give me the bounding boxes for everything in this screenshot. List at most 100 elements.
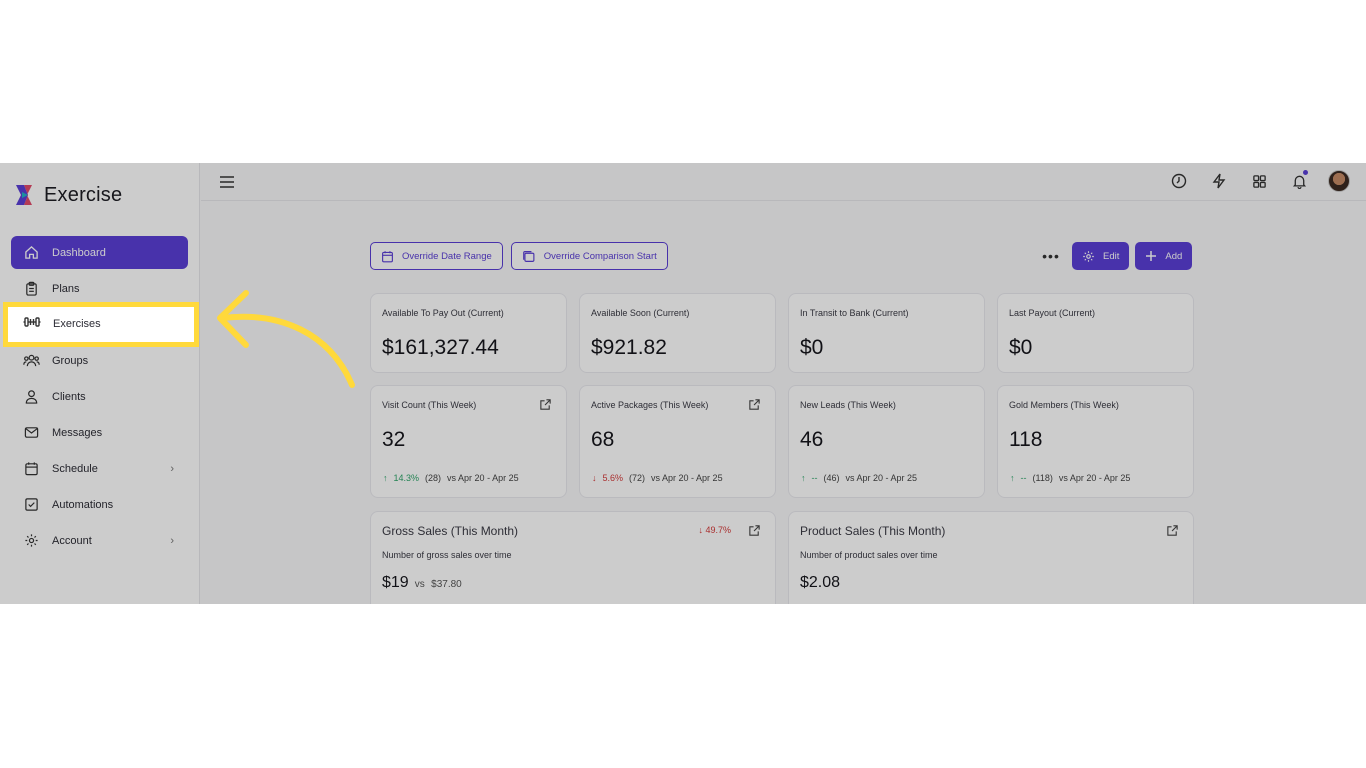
button-label: Edit [1103,250,1120,262]
stat-label: Available To Pay Out (Current) [382,308,504,318]
stat-card[interactable]: In Transit to Bank (Current) $0 [788,293,985,373]
trend-previous: (72) [629,473,646,483]
gross-sales-card[interactable]: Gross Sales (This Month) ↓ 49.7% Number … [370,511,776,604]
trend-percent: -- [811,473,818,483]
plus-icon [1146,251,1157,261]
stat-label: New Leads (This Week) [800,400,896,410]
edit-button[interactable]: Edit [1072,242,1130,270]
user-avatar[interactable] [1328,170,1350,192]
apps-grid-icon[interactable] [1248,170,1270,192]
notification-dot [1303,170,1308,175]
dashboard-actions: ••• Edit Add [1040,242,1193,270]
external-link-icon[interactable] [539,398,552,411]
stat-value: $161,327.44 [382,336,499,359]
external-link-icon[interactable] [1166,524,1179,537]
card-subtitle: Number of gross sales over time [382,550,512,560]
bell-icon[interactable] [1288,170,1310,192]
stat-label: Last Payout (Current) [1009,308,1096,318]
home-icon [23,244,40,261]
trend-previous: (118) [1032,473,1053,483]
trend-previous: (46) [823,473,840,483]
stat-card[interactable]: Gold Members (This Week) 118 ↑ -- (118) … [997,385,1194,498]
trend-up-icon: ↑ [383,473,388,483]
calendar-icon [382,250,393,262]
stat-value: $0 [1009,336,1033,359]
stat-trend: ↓ 5.6% (72) vs Apr 20 - Apr 25 [592,473,723,483]
stat-card[interactable]: Available Soon (Current) $921.82 [579,293,776,373]
sidebar-item-dashboard[interactable]: Dashboard [11,236,188,269]
sidebar-item-label: Exercises [53,317,101,330]
sidebar-item-plans[interactable]: Plans [11,272,188,305]
sidebar-item-clients[interactable]: Clients [11,380,188,413]
sidebar: Exercise Dashboard Plans Groups Clients … [0,163,200,604]
sidebar-item-label: Account [52,534,92,547]
stat-card[interactable]: New Leads (This Week) 46 ↑ -- (46) vs Ap… [788,385,985,498]
logo-icon [16,185,32,205]
app-frame: Exercise Dashboard Plans Groups Clients … [0,163,1366,604]
card-title: Product Sales (This Month) [800,524,946,538]
button-label: Add [1165,250,1183,262]
sidebar-item-schedule[interactable]: Schedule › [11,452,188,485]
trend-up-icon: ↑ [1010,473,1015,483]
stat-label: Visit Count (This Week) [382,400,477,410]
gear-icon [1083,250,1094,262]
stat-trend: ↑ -- (118) vs Apr 20 - Apr 25 [1010,473,1130,483]
pointer-arrow-icon [217,290,355,388]
stat-label: In Transit to Bank (Current) [800,308,909,318]
stat-trend: ↑ 14.3% (28) vs Apr 20 - Apr 25 [383,473,519,483]
lightning-icon[interactable] [1208,170,1230,192]
top-icons [1168,170,1350,192]
trend-percent: -- [1020,473,1027,483]
stat-label: Gold Members (This Week) [1009,400,1119,410]
sidebar-item-label: Clients [52,390,86,403]
override-comparison-start-button[interactable]: Override Comparison Start [510,242,668,270]
gross-sales-value: $19 [382,574,409,591]
sidebar-item-label: Groups [52,354,89,367]
calendar-stack-icon [522,250,535,262]
add-button[interactable]: Add [1135,242,1193,270]
top-bar [201,163,1366,201]
external-link-icon[interactable] [748,524,761,537]
vs-value: $37.80 [431,579,462,590]
sidebar-nav: Dashboard Plans Groups Clients Messages … [11,236,188,560]
sidebar-item-exercises[interactable]: Exercises [8,307,190,340]
change-percent: ↓ 49.7% [698,525,731,535]
product-sales-card[interactable]: Product Sales (This Month) Number of pro… [788,511,1194,604]
sidebar-item-label: Automations [52,498,114,511]
stat-value: $921.82 [591,336,667,359]
button-label: Override Date Range [402,250,492,262]
trend-range: vs Apr 20 - Apr 25 [651,473,723,483]
mail-icon [23,424,40,441]
stat-trend: ↑ -- (46) vs Apr 20 - Apr 25 [801,473,917,483]
override-date-range-button[interactable]: Override Date Range [370,242,503,270]
card-value: $19 vs $37.80 [382,574,462,592]
sidebar-item-groups[interactable]: Groups [11,344,188,377]
gear-icon [23,532,40,549]
stat-value: 118 [1009,428,1043,451]
stat-value: 32 [382,428,406,451]
more-options-icon[interactable]: ••• [1040,248,1062,264]
menu-icon[interactable] [220,173,234,191]
sidebar-item-label: Plans [52,282,80,295]
sidebar-item-account[interactable]: Account › [11,524,188,557]
sidebar-item-messages[interactable]: Messages [11,416,188,449]
button-label: Override Comparison Start [543,250,657,262]
dumbbell-icon [23,315,41,332]
stat-card[interactable]: Active Packages (This Week) 68 ↓ 5.6% (7… [579,385,776,498]
stat-card[interactable]: Visit Count (This Week) 32 ↑ 14.3% (28) … [370,385,567,498]
app-title: Exercise [44,183,123,206]
stat-label: Available Soon (Current) [591,308,690,318]
calendar-icon [23,460,40,477]
app-logo[interactable]: Exercise [14,183,122,207]
sidebar-item-automations[interactable]: Automations [11,488,188,521]
sidebar-item-label: Dashboard [52,246,106,259]
stat-card[interactable]: Available To Pay Out (Current) $161,327.… [370,293,567,373]
clipboard-icon [23,280,40,297]
card-subtitle: Number of product sales over time [800,550,938,560]
trend-percent: 5.6% [602,473,624,483]
external-link-icon[interactable] [748,398,761,411]
stat-card[interactable]: Last Payout (Current) $0 [997,293,1194,373]
clock-icon[interactable] [1168,170,1190,192]
card-title: Gross Sales (This Month) [382,524,519,538]
user-icon [23,388,40,405]
